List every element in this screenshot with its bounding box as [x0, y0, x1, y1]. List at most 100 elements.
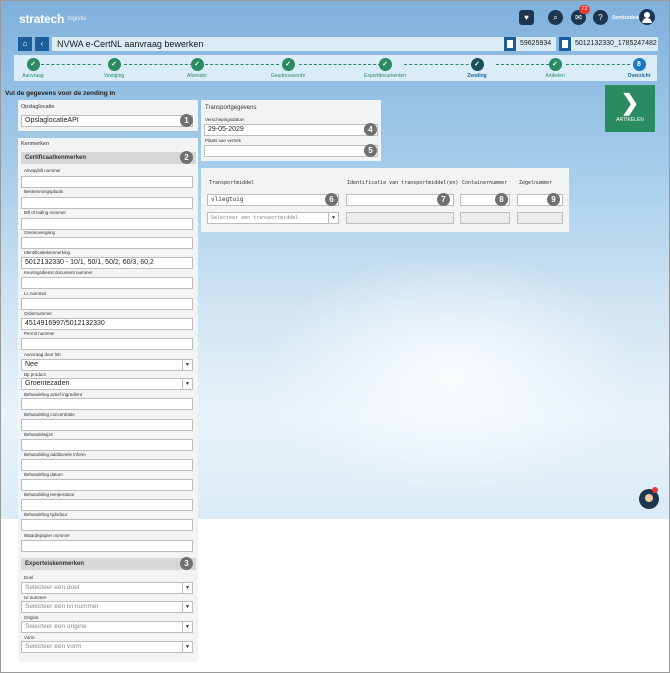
new-transportmiddel-select[interactable]: Selecteer een transportmiddel ▼	[207, 212, 339, 224]
select-placeholder: Selecteer een vorm	[25, 643, 82, 650]
doel-select[interactable]: Selecteer een doel ▼	[21, 582, 193, 594]
chevron-down-icon[interactable]: ▼	[182, 360, 192, 370]
step-afzender[interactable]: ✓ Afzender	[179, 58, 215, 79]
step-exportdocumenten[interactable]: ✓ Exportdocumenten	[360, 58, 410, 79]
reference-box-2: 5012132330_1785247482	[559, 37, 658, 51]
ivi-nummer-select[interactable]: Selecteer een ivi nummer ▼	[21, 601, 193, 613]
instruction-text: Vul de gegevens voor de zending in	[5, 90, 116, 97]
keuringsdienst-input[interactable]	[21, 277, 193, 289]
permit-nummer-input[interactable]	[21, 338, 193, 350]
opslaglocatie-input[interactable]: OpslaglocatieAPI	[21, 115, 193, 127]
behandeling-datum-input[interactable]	[21, 479, 193, 491]
step-zending[interactable]: ✓ Zending	[462, 58, 492, 79]
identificatiekenmerking-input[interactable]: 5012132330 - 10/1, 50/1, 50/2, 60/3, 60,…	[21, 257, 193, 269]
step-overzicht[interactable]: 8 Overzicht	[624, 58, 654, 79]
step-connector	[566, 64, 630, 65]
behandeling-concentratie-input[interactable]	[21, 419, 193, 431]
containernummer-input-disabled	[460, 212, 510, 224]
step-vestiging[interactable]: ✓ Vestiging	[99, 58, 129, 79]
column-header: Containernummer	[462, 180, 508, 186]
chevron-down-icon[interactable]: ▼	[182, 583, 192, 593]
vorm-select[interactable]: Selecteer een vorm ▼	[21, 641, 193, 653]
home-icon[interactable]: ⌂	[18, 37, 32, 51]
marker-7: 7	[437, 193, 450, 206]
top-bar: stratech logistic ♥ ⌕ ✉ 72 ? Servicedesk	[1, 1, 669, 34]
behandeling-tijdsduur-input[interactable]	[21, 519, 193, 531]
reference-number-2: 5012132330_1785247482	[575, 40, 657, 47]
transportmiddel-input[interactable]: vliegtuig	[207, 194, 339, 206]
field-label: Behandelwijze	[24, 432, 54, 437]
field-label: Origine	[24, 615, 39, 620]
chevron-down-icon[interactable]: ▼	[182, 622, 192, 632]
title-bar: ⌂ ‹ NVWA e-CertNL aanvraag bewerken 5962…	[18, 37, 658, 51]
field-label: Behandeling temperatuur	[24, 492, 75, 497]
transport-table-panel: Transportmiddel Identificatie van transp…	[201, 168, 569, 232]
grensovergang-input[interactable]	[21, 237, 193, 249]
ordernummer-input[interactable]: 4514916997/5012132330	[21, 318, 193, 330]
lc-nummer-input[interactable]	[21, 298, 193, 310]
select-placeholder: Selecteer een doel	[25, 584, 80, 591]
aanvraag-door-lnb-select[interactable]: Nee ▼	[21, 359, 193, 371]
behandeling-actief-ingredient-input[interactable]	[21, 398, 193, 410]
marker-1: 1	[180, 114, 193, 127]
bestemmingsplaats-input[interactable]	[21, 197, 193, 209]
user-name[interactable]: Servicedesk	[612, 15, 641, 21]
artikelen-button[interactable]: ❯ ARTIKELEN	[605, 85, 655, 132]
app-logo[interactable]: stratech	[19, 12, 64, 26]
step-label: Aanvraag	[22, 73, 44, 79]
airwaybill-input[interactable]	[21, 176, 193, 188]
chevron-down-icon[interactable]: ▼	[182, 379, 192, 389]
verschepingsdatum-input[interactable]: 29-05-2029	[204, 124, 378, 136]
field-label: Behandeling tijdsduur	[24, 512, 68, 517]
field-label: Bestemmingsplaats	[24, 189, 64, 194]
waardepapier-nummer-input[interactable]	[21, 540, 193, 552]
marker-8: 8	[495, 193, 508, 206]
chevron-right-icon: ❯	[620, 90, 640, 115]
opslaglocatie-label: Opslaglocatie	[21, 104, 55, 110]
heart-icon[interactable]: ♥	[519, 10, 534, 25]
check-icon: ✓	[190, 58, 204, 71]
field-label: Identificatiekenmerking	[24, 250, 71, 255]
plaats-van-vertrek-input[interactable]	[204, 145, 378, 157]
chevron-down-icon[interactable]: ▼	[328, 213, 338, 223]
field-label: Keuringsdienst document nummer	[24, 270, 93, 275]
field-label: Airwaybill nummer	[24, 168, 61, 173]
select-placeholder: Selecteer een origine	[25, 623, 87, 630]
chevron-down-icon[interactable]: ▼	[182, 642, 192, 652]
check-icon: ✓	[107, 58, 121, 71]
step-label: Afzender	[186, 73, 207, 79]
field-label: Verschepingsdatum	[205, 117, 245, 122]
step-label: Zending	[467, 73, 487, 79]
behandeling-temperatuur-input[interactable]	[21, 499, 193, 511]
step-aanvraag[interactable]: ✓ Aanvraag	[18, 58, 48, 79]
kenmerken-panel: Kenmerken Certificaatkenmerken Airwaybil…	[18, 138, 198, 662]
field-label: Aanvraag door lnb	[24, 352, 61, 357]
field-label: Vorm	[24, 635, 35, 640]
chevron-down-icon[interactable]: ▼	[182, 602, 192, 612]
field-label: Grensovergang	[24, 230, 56, 235]
back-button[interactable]: ‹	[35, 37, 49, 51]
select-value: Groentezaden	[25, 380, 70, 387]
column-header: Identificatie van transportmiddel(en)	[347, 180, 459, 186]
field-label: Permit nummer	[24, 331, 55, 336]
step-artikelen[interactable]: ✓ Artikelen	[540, 58, 570, 79]
field-label: Behandeling actief ingredient	[24, 392, 83, 397]
zegelnummer-input-disabled	[517, 212, 563, 224]
search-icon[interactable]: ⌕	[548, 10, 563, 25]
certificaatkenmerken-header: Certificaatkenmerken	[21, 152, 196, 164]
step-connector	[41, 64, 101, 65]
transportgegevens-title: Transportgegevens	[205, 105, 257, 111]
field-label: Plaats van vertrek	[205, 138, 242, 143]
help-icon[interactable]: ?	[593, 10, 608, 25]
app-frame: stratech logistic ♥ ⌕ ✉ 72 ? Servicedesk…	[0, 0, 670, 673]
step-geadresseerde[interactable]: ✓ Geadresseerde	[266, 58, 310, 79]
notification-badge: 72	[579, 5, 590, 14]
background-glow	[261, 251, 641, 501]
origine-select[interactable]: Selecteer een origine ▼	[21, 621, 193, 633]
behandelwijze-input[interactable]	[21, 439, 193, 451]
field-label: Behandeling datum	[24, 472, 63, 477]
bill-of-lading-input[interactable]	[21, 218, 193, 230]
bp-product-select[interactable]: Groentezaden ▼	[21, 378, 193, 390]
behandeling-additionele-input[interactable]	[21, 459, 193, 471]
avatar[interactable]	[639, 9, 655, 25]
